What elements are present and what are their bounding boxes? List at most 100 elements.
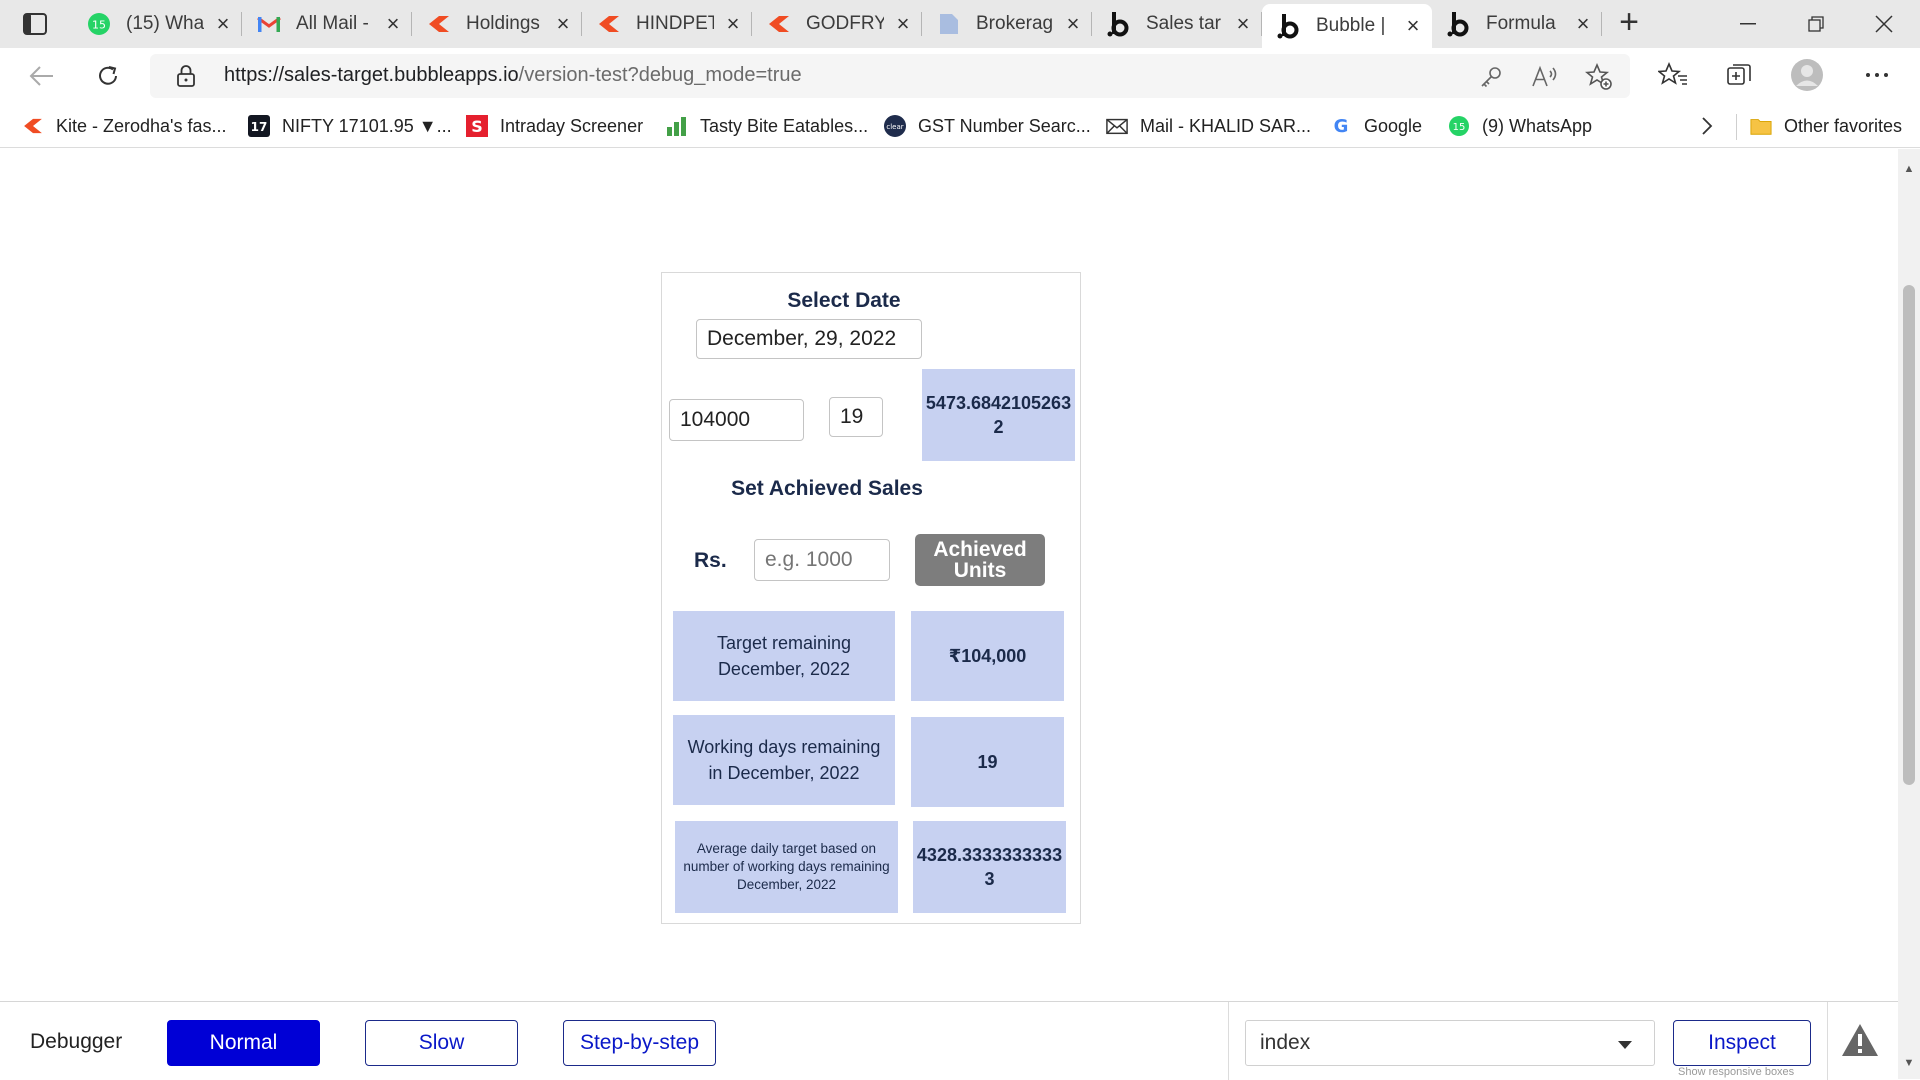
address-bar[interactable]: https://sales-target.bubbleapps.io/versi…: [150, 54, 1630, 98]
tab-holdings[interactable]: Holdings ×: [412, 0, 582, 48]
kite-icon: [766, 11, 792, 37]
bookmark-google[interactable]: G Google: [1330, 114, 1422, 138]
chevron-down-icon: [1618, 1041, 1632, 1049]
folder-icon: [1750, 115, 1772, 137]
page-select-dropdown[interactable]: index: [1245, 1020, 1655, 1066]
new-tab-icon[interactable]: +: [1614, 5, 1644, 39]
close-tab-icon[interactable]: ×: [382, 13, 404, 35]
tab-whatsapp[interactable]: 15 (15) Wha ×: [72, 0, 242, 48]
scroll-down-icon[interactable]: ▼: [1903, 1057, 1915, 1069]
bubble-icon: [1446, 11, 1472, 37]
bubble-icon: [1276, 13, 1302, 39]
working-days-input[interactable]: 19: [829, 397, 883, 437]
close-window-icon[interactable]: [1850, 0, 1918, 48]
close-tab-icon[interactable]: ×: [892, 13, 914, 35]
whatsapp-icon: 15: [1448, 115, 1470, 137]
sales-target-panel: Select Date December, 29, 2022 104000 19…: [661, 272, 1081, 924]
average-daily-target-label: Average daily target based on number of …: [675, 821, 898, 913]
url-text[interactable]: https://sales-target.bubbleapps.io/versi…: [224, 64, 802, 87]
set-achieved-sales-label: Set Achieved Sales: [731, 477, 923, 500]
inspect-button[interactable]: Inspect: [1673, 1020, 1811, 1066]
document-icon: [936, 11, 962, 37]
clear-icon: clear: [884, 115, 906, 137]
tab-formula[interactable]: Formula ×: [1432, 0, 1602, 48]
tab-strip: 15 (15) Wha × All Mail - × Holdings × HI…: [0, 0, 1920, 48]
working-days-remaining-value: 19: [911, 717, 1064, 807]
bookmark-mail[interactable]: Mail - KHALID SAR...: [1106, 114, 1311, 138]
bookmark-kite[interactable]: Kite - Zerodha's fas...: [22, 114, 227, 138]
target-input[interactable]: 104000: [669, 399, 804, 441]
close-tab-icon[interactable]: ×: [1572, 13, 1594, 35]
svg-text:clear: clear: [886, 123, 903, 131]
rupees-label: Rs.: [694, 549, 727, 572]
achieved-units-button[interactable]: Achieved Units: [915, 534, 1045, 586]
other-favorites[interactable]: Other favorites: [1750, 114, 1902, 138]
tab-godfry[interactable]: GODFRY ×: [752, 0, 922, 48]
target-remaining-value: ₹104,000: [911, 611, 1064, 701]
collections-icon[interactable]: [1722, 58, 1756, 92]
screener-icon: S: [466, 115, 488, 137]
working-days-remaining-label: Working days remaining in December, 2022: [673, 715, 895, 805]
close-tab-icon[interactable]: ×: [212, 13, 234, 35]
minimize-icon[interactable]: [1714, 0, 1782, 48]
bookmark-nifty[interactable]: 17 NIFTY 17101.95 ▼...: [248, 114, 452, 138]
kite-icon: [22, 115, 44, 137]
read-aloud-icon[interactable]: [1530, 62, 1560, 92]
average-daily-target-value: 4328.3333333333 3: [913, 821, 1066, 913]
page-scrollbar[interactable]: ▲ ▼: [1898, 149, 1920, 1079]
kite-icon: [426, 11, 452, 37]
normal-mode-button[interactable]: Normal: [167, 1020, 320, 1066]
kite-icon: [596, 11, 622, 37]
bookmarks-overflow-chevron-icon[interactable]: [1700, 114, 1714, 138]
back-icon[interactable]: [24, 58, 60, 94]
achieved-sales-input[interactable]: [754, 539, 890, 581]
scrollbar-thumb[interactable]: [1903, 285, 1915, 785]
tab-gmail[interactable]: All Mail - ×: [242, 0, 412, 48]
close-tab-icon[interactable]: ×: [722, 13, 744, 35]
lock-icon[interactable]: [176, 64, 196, 93]
tab-hindpet[interactable]: HINDPET ×: [582, 0, 752, 48]
gmail-icon: [256, 11, 282, 37]
bookmark-whatsapp[interactable]: 15 (9) WhatsApp: [1448, 114, 1592, 138]
select-date-label: Select Date: [787, 289, 901, 312]
slow-mode-button[interactable]: Slow: [365, 1020, 518, 1066]
restore-icon[interactable]: [1782, 0, 1850, 48]
svg-text:17: 17: [251, 120, 268, 134]
favorites-icon[interactable]: [1656, 58, 1690, 92]
svg-text:S: S: [471, 117, 483, 136]
daily-target-result: 5473.6842105263 2: [922, 369, 1075, 461]
reload-icon[interactable]: [90, 58, 126, 94]
mail-icon: [1106, 115, 1128, 137]
bookmark-gst-search[interactable]: clear GST Number Searc...: [884, 114, 1091, 138]
bookmarks-bar: Kite - Zerodha's fas... 17 NIFTY 17101.9…: [0, 104, 1920, 148]
tab-sales-target[interactable]: Sales tar ×: [1092, 0, 1262, 48]
debugger-label: Debugger: [30, 1030, 123, 1053]
svg-text:15: 15: [92, 19, 106, 32]
tab-actions-icon[interactable]: [20, 10, 50, 38]
add-favorite-icon[interactable]: [1584, 62, 1614, 92]
browser-toolbar: https://sales-target.bubbleapps.io/versi…: [0, 48, 1920, 104]
svg-text:G: G: [1334, 116, 1349, 136]
bookmark-tasty-bite[interactable]: Tasty Bite Eatables...: [666, 114, 868, 138]
key-icon[interactable]: [1476, 62, 1506, 92]
target-remaining-label: Target remaining December, 2022: [673, 611, 895, 701]
bookmark-intraday-screener[interactable]: S Intraday Screener: [466, 114, 643, 138]
show-responsive-boxes-link[interactable]: Show responsive boxes: [1678, 1066, 1794, 1078]
close-tab-icon[interactable]: ×: [1232, 13, 1254, 35]
bar-chart-icon: [666, 115, 688, 137]
tab-bubble-active[interactable]: Bubble | ×: [1262, 4, 1432, 48]
tab-brokerage[interactable]: Brokerag ×: [922, 0, 1092, 48]
bubble-icon: [1106, 11, 1132, 37]
svg-text:15: 15: [1453, 122, 1466, 133]
warning-icon[interactable]: [1840, 1022, 1880, 1063]
more-options-icon[interactable]: [1860, 58, 1894, 92]
date-input[interactable]: December, 29, 2022: [696, 319, 922, 359]
whatsapp-icon: 15: [86, 11, 112, 37]
tradingview-icon: 17: [248, 115, 270, 137]
scroll-up-icon[interactable]: ▲: [1903, 163, 1915, 175]
close-tab-icon[interactable]: ×: [1062, 13, 1084, 35]
step-by-step-button[interactable]: Step-by-step: [563, 1020, 716, 1066]
profile-avatar-icon[interactable]: [1790, 58, 1824, 92]
close-tab-icon[interactable]: ×: [1402, 15, 1424, 37]
close-tab-icon[interactable]: ×: [552, 13, 574, 35]
